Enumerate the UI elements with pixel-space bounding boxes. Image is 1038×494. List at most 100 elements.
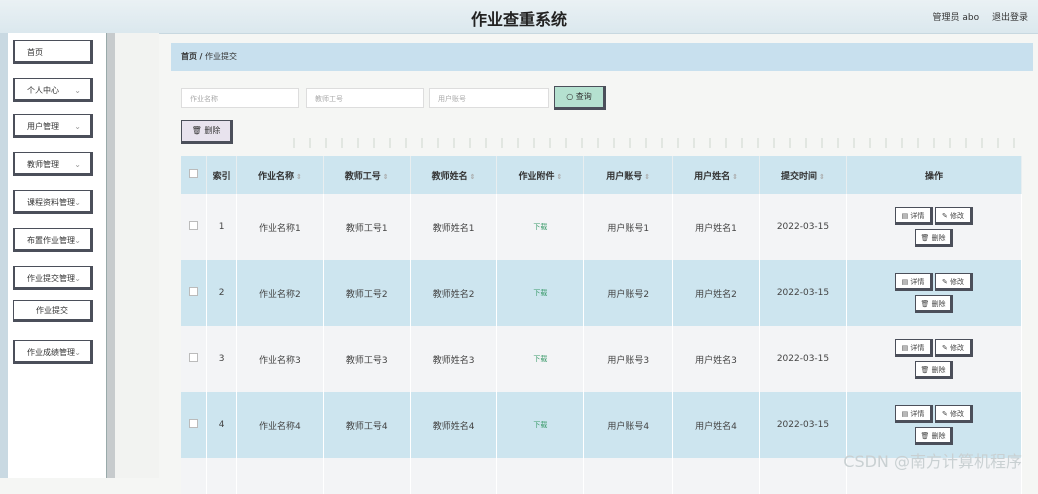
sidebar-item-label: 作业成绩管理	[27, 348, 75, 357]
edit-icon: ✎	[941, 410, 951, 418]
sidebar-item-course-materials[interactable]: 课程资料管理 ⌄	[13, 190, 93, 214]
breadcrumb: 首页 / 作业提交	[171, 43, 1033, 71]
sidebar-subitem-submission[interactable]: 作业提交	[13, 300, 93, 322]
cell-submit-time: 2022-03-15	[759, 326, 848, 392]
cell-homework-name: 作业名称2	[236, 260, 324, 326]
cell-user-account: 用户账号4	[583, 392, 674, 458]
detail-button[interactable]: ▤ 详情	[895, 207, 933, 225]
search-icon: ○	[566, 92, 576, 101]
edit-button[interactable]: ✎ 修改	[935, 273, 973, 291]
user-area: 管理员 abo 退出登录	[923, 10, 1029, 23]
cell-submit-time: 2022-03-15	[759, 260, 848, 326]
cell-homework-name: 作业名称1	[236, 194, 324, 260]
row-select	[181, 392, 208, 458]
download-link[interactable]: 下载	[533, 355, 547, 363]
cell-empty	[759, 458, 848, 494]
chevron-down-icon: ⌄	[74, 86, 81, 95]
header-attachment[interactable]: 作业附件 ⇕	[496, 156, 585, 194]
sort-icon: ⇕	[556, 172, 563, 181]
cell-empty	[496, 458, 585, 494]
header-select	[181, 156, 208, 194]
cell-teacher-id: 教师工号2	[323, 260, 411, 326]
edit-button[interactable]: ✎ 修改	[935, 405, 973, 423]
delete-button[interactable]: 🗑 删除	[915, 295, 953, 313]
breadcrumb-home[interactable]: 首页	[181, 52, 197, 61]
row-checkbox[interactable]	[189, 419, 199, 428]
row-checkbox[interactable]	[189, 221, 199, 230]
trash-icon: 🗑	[920, 234, 932, 242]
delete-button[interactable]: 🗑 删除	[915, 361, 953, 379]
sidebar-item-label: 作业提交管理	[27, 274, 75, 283]
chevron-down-icon: ⌄	[74, 122, 81, 131]
header-user-account[interactable]: 用户账号 ⇕	[583, 156, 674, 194]
cell-user-name: 用户姓名3	[672, 326, 760, 392]
detail-button[interactable]: ▤ 详情	[895, 273, 933, 291]
cell-empty	[206, 458, 237, 494]
edit-button[interactable]: ✎ 修改	[935, 339, 973, 357]
content-gutter	[115, 33, 159, 478]
app-title: 作业查重系统	[470, 10, 567, 29]
detail-button[interactable]: ▤ 详情	[895, 405, 933, 423]
sidebar-item-grades[interactable]: 作业成绩管理 ⌄	[13, 340, 93, 364]
chevron-down-icon: ⌄	[74, 348, 81, 357]
select-all-checkbox[interactable]	[189, 169, 199, 178]
sidebar-item-users[interactable]: 用户管理 ⌄	[13, 114, 93, 138]
batch-delete-button[interactable]: 🗑 删除	[181, 120, 233, 144]
cell-index: 2	[206, 260, 237, 326]
sort-icon: ⇕	[732, 172, 738, 181]
header-teacher-id[interactable]: 教师工号 ⇕	[323, 156, 411, 194]
delete-label: 删除	[204, 126, 221, 135]
download-link[interactable]: 下载	[533, 223, 547, 231]
edit-label: 修改	[950, 212, 965, 220]
teacher-id-input[interactable]: 教师工号	[306, 88, 424, 108]
header-label: 提交时间	[781, 171, 818, 182]
query-label: 查询	[575, 92, 592, 101]
main-content: 首页 / 作业提交 作业名称 教师工号 用户账号 ○ 查询 🗑 删除 索引 作业…	[159, 33, 1038, 494]
cell-submit-time: 2022-03-15	[759, 194, 848, 260]
cell-user-name: 用户姓名1	[672, 194, 760, 260]
sidebar-item-home[interactable]: 首页	[13, 40, 93, 64]
header-index: 索引	[206, 156, 237, 194]
user-account-input[interactable]: 用户账号	[429, 88, 549, 108]
sidebar-item-teachers[interactable]: 教师管理 ⌄	[13, 152, 93, 176]
delete-button[interactable]: 🗑 删除	[915, 427, 953, 445]
cell-empty	[583, 458, 674, 494]
cell-teacher-name: 教师姓名2	[410, 260, 498, 326]
detail-label: 详情	[910, 344, 925, 352]
header-label: 用户账号	[606, 171, 643, 182]
edit-button[interactable]: ✎ 修改	[935, 207, 973, 225]
sort-icon: ⇕	[382, 172, 389, 181]
delete-button[interactable]: 🗑 删除	[915, 229, 953, 247]
header-teacher-name[interactable]: 教师姓名 ⇕	[410, 156, 498, 194]
delete-label: 删除	[931, 300, 946, 308]
sidebar-item-profile[interactable]: 个人中心 ⌄	[13, 78, 93, 102]
cell-teacher-name: 教师姓名4	[410, 392, 498, 458]
row-checkbox[interactable]	[189, 353, 199, 362]
edit-icon: ✎	[941, 278, 951, 286]
trash-icon: 🗑	[920, 300, 932, 308]
header-user-name[interactable]: 用户姓名 ⇕	[672, 156, 760, 194]
sidebar-item-label: 用户管理	[27, 122, 59, 131]
download-link[interactable]: 下载	[533, 421, 547, 429]
logout-link[interactable]: 退出登录	[992, 13, 1028, 23]
header-label: 作业名称	[257, 171, 294, 182]
download-link[interactable]: 下载	[533, 289, 547, 297]
header-homework-name[interactable]: 作业名称 ⇕	[236, 156, 324, 194]
breadcrumb-separator: /	[199, 52, 203, 61]
decorative-dots	[279, 138, 1029, 148]
sort-icon: ⇕	[819, 172, 825, 181]
header-label: 教师姓名	[431, 171, 468, 182]
header-submit-time[interactable]: 提交时间 ⇕	[759, 156, 848, 194]
cell-user-account: 用户账号2	[583, 260, 674, 326]
query-button[interactable]: ○ 查询	[554, 86, 606, 110]
cell-teacher-id: 教师工号3	[323, 326, 411, 392]
cell-teacher-id: 教师工号1	[323, 194, 411, 260]
row-checkbox[interactable]	[189, 287, 199, 296]
sidebar-item-assignments[interactable]: 布置作业管理 ⌄	[13, 228, 93, 252]
sidebar-item-submissions[interactable]: 作业提交管理 ⌄	[13, 266, 93, 290]
detail-button[interactable]: ▤ 详情	[895, 339, 933, 357]
sort-icon: ⇕	[295, 172, 302, 181]
homework-name-input[interactable]: 作业名称	[181, 88, 299, 108]
edit-label: 修改	[950, 278, 965, 286]
sort-icon: ⇕	[644, 172, 651, 181]
